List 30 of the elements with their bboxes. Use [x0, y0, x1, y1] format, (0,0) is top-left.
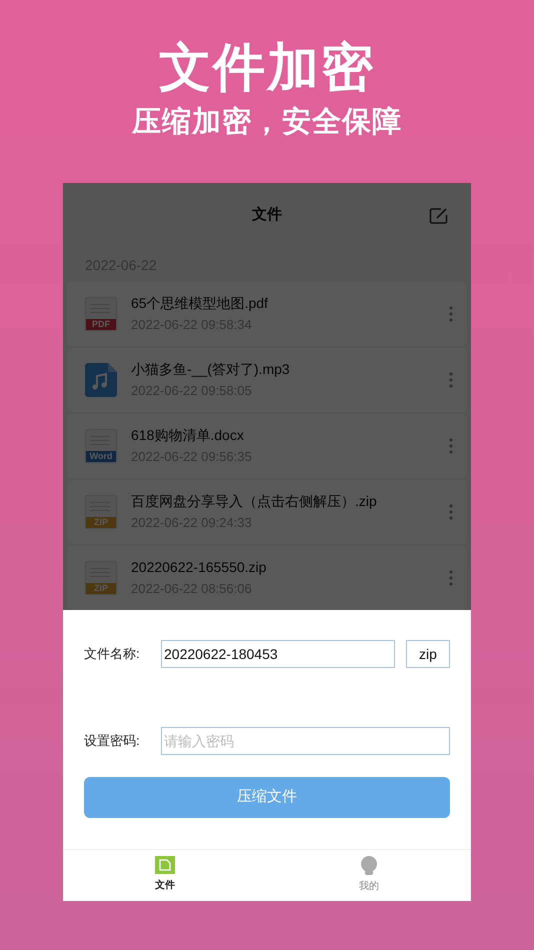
file-name: 小猫多鱼-__(答对了).mp3: [131, 360, 291, 379]
file-name-field[interactable]: 20220622-180453: [161, 640, 395, 668]
person-icon: [360, 856, 378, 875]
file-name: 618购物清单.docx: [131, 426, 245, 445]
password-label: 设置密码:: [84, 732, 141, 750]
tab-label[interactable]: 文件: [155, 878, 175, 893]
file-name: 20220622-165550.zip: [131, 558, 268, 577]
more-icon[interactable]: [449, 504, 453, 520]
edit-icon[interactable]: [429, 207, 449, 225]
tab-label[interactable]: 我的: [359, 879, 379, 894]
extension-button[interactable]: zip: [406, 640, 450, 668]
dim-overlay[interactable]: [63, 183, 471, 610]
music-file-icon: [85, 363, 117, 397]
more-icon[interactable]: [449, 306, 453, 322]
more-icon[interactable]: [449, 438, 453, 454]
promo-title: 文件加密: [159, 38, 375, 98]
screen-title: 文件: [252, 205, 282, 226]
file-name: 百度网盘分享导入（点击右侧解压）.zip: [131, 492, 378, 511]
file-type-label: ZIP: [86, 583, 116, 594]
file-type-label: Word: [86, 451, 116, 462]
more-icon[interactable]: [449, 570, 453, 586]
promo-subtitle: 压缩加密，安全保障: [132, 104, 402, 140]
file-name-label: 文件名称:: [84, 645, 141, 664]
file-name: 65个思维模型地图.pdf: [131, 294, 269, 313]
compress-button[interactable]: 压缩文件: [84, 777, 450, 818]
file-type-label: PDF: [86, 319, 116, 330]
password-field[interactable]: 请输入密码: [161, 727, 450, 755]
file-type-label: ZIP: [86, 517, 116, 528]
document-icon: [155, 856, 175, 874]
more-icon[interactable]: [449, 372, 453, 388]
